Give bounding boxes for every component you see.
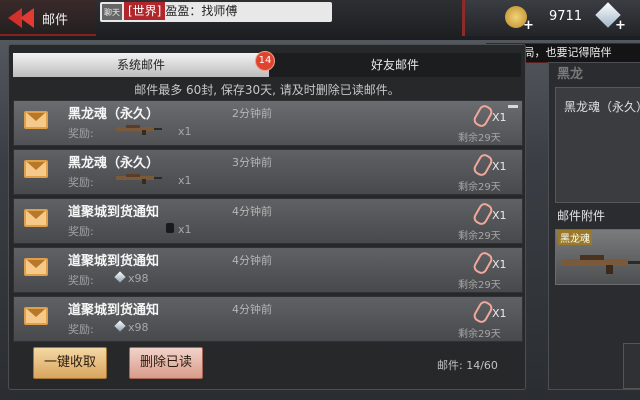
mail-item[interactable]: 道聚城到货通知 奖励: x98 4分钟前 X1 剩余29天 bbox=[13, 296, 523, 342]
attachment-count: X1 bbox=[492, 307, 507, 320]
detail-header: 黑龙 bbox=[557, 67, 584, 82]
scroll-handle[interactable] bbox=[623, 343, 640, 389]
reward-qty: x1 bbox=[178, 223, 192, 236]
reward-qty: x98 bbox=[128, 321, 149, 334]
mail-info-text: 邮件最多 60封, 保存30天, 请及时删除已读邮件。 bbox=[134, 83, 400, 97]
mail-time: 4分钟前 bbox=[232, 205, 272, 218]
chat-ticker[interactable]: 聊天 [世界] 盈盈：找师傅 bbox=[100, 2, 332, 22]
envelope-icon bbox=[24, 111, 48, 129]
envelope-icon bbox=[24, 160, 48, 178]
tab-system-mail[interactable]: 系统邮件 bbox=[13, 53, 269, 77]
mail-time: 2分钟前 bbox=[232, 107, 272, 120]
attachment-count: X1 bbox=[492, 258, 507, 271]
attachment-count: X1 bbox=[492, 209, 507, 222]
mail-title: 黑龙魂（永久） bbox=[68, 107, 160, 122]
diamond-icon bbox=[114, 320, 126, 332]
detail-title: 黑龙魂（永久） bbox=[564, 100, 640, 114]
mail-title: 黑龙魂（永久） bbox=[68, 156, 160, 171]
mail-title: 道聚城到货通知 bbox=[68, 303, 160, 318]
days-remaining: 剩余29天 bbox=[458, 133, 501, 144]
reward-qty: x1 bbox=[178, 125, 192, 138]
days-remaining: 剩余29天 bbox=[458, 329, 501, 340]
reward-label: 奖励: bbox=[68, 127, 94, 140]
mail-item[interactable]: 黑龙魂（永久） 奖励: x1 2分钟前 X1 剩余29天 bbox=[13, 100, 523, 146]
attachment-label: 邮件附件 bbox=[557, 209, 606, 223]
mail-item[interactable]: 道聚城到货通知 奖励: x1 4分钟前 X1 剩余29天 bbox=[13, 198, 523, 244]
attachment-count: X1 bbox=[492, 111, 507, 124]
reward-qty: x1 bbox=[178, 174, 192, 187]
currency-bar: + 9711 + bbox=[462, 0, 640, 36]
reward-label: 奖励: bbox=[68, 274, 94, 287]
mail-time: 3分钟前 bbox=[232, 156, 272, 169]
add-diamonds-button[interactable]: + bbox=[615, 18, 626, 33]
attachment-count: X1 bbox=[492, 160, 507, 173]
tab-friend-mail[interactable]: 好友邮件 bbox=[269, 53, 521, 77]
days-remaining: 剩余29天 bbox=[458, 182, 501, 193]
attachment-item[interactable]: 黑龙魂 bbox=[555, 229, 640, 285]
mail-item[interactable]: 道聚城到货通知 奖励: x98 4分钟前 X1 剩余29天 bbox=[13, 247, 523, 293]
collect-all-button[interactable]: 一键收取 bbox=[33, 347, 107, 379]
diamond-icon bbox=[114, 271, 126, 283]
reward-label: 奖励: bbox=[68, 323, 94, 336]
mail-title: 道聚城到货通知 bbox=[68, 205, 160, 220]
reward-qty: x98 bbox=[128, 272, 149, 285]
mail-time: 4分钟前 bbox=[232, 303, 272, 316]
mail-detail-panel: 黑龙 黑龙魂（永久） 邮件附件 黑龙魂 bbox=[548, 62, 640, 390]
rifle-icon bbox=[116, 172, 162, 184]
mail-panel: 系统邮件 好友邮件 14 邮件最多 60封, 保存30天, 请及时删除已读邮件。… bbox=[8, 44, 526, 390]
envelope-icon bbox=[24, 258, 48, 276]
days-remaining: 剩余29天 bbox=[458, 280, 501, 291]
unread-badge: 14 bbox=[255, 51, 275, 71]
envelope-icon bbox=[24, 209, 48, 227]
rifle-icon bbox=[562, 250, 640, 278]
mail-list[interactable]: 黑龙魂（永久） 奖励: x1 2分钟前 X1 剩余29天 黑龙魂（永久） 奖励:… bbox=[9, 97, 525, 342]
page-title: 邮件 bbox=[42, 13, 69, 28]
chat-channel: [世界] bbox=[124, 2, 166, 20]
coin-balance: 9711 bbox=[549, 9, 583, 24]
chat-text: ：找师傅 bbox=[189, 4, 238, 18]
detail-title-box: 黑龙魂（永久） bbox=[555, 87, 640, 203]
attachment-item-name: 黑龙魂 bbox=[558, 230, 592, 245]
back-arrow-icon bbox=[20, 8, 34, 28]
envelope-icon bbox=[24, 307, 48, 325]
days-remaining: 剩余29天 bbox=[458, 231, 501, 242]
reward-label: 奖励: bbox=[68, 176, 94, 189]
corner-marker bbox=[508, 105, 518, 108]
mail-count: 邮件: 14/60 bbox=[437, 359, 498, 372]
top-bar: 邮件 聊天 [世界] 盈盈：找师傅 + 9711 + bbox=[0, 0, 640, 40]
mail-tabs: 系统邮件 好友邮件 14 bbox=[13, 51, 521, 77]
mail-item[interactable]: 黑龙魂（永久） 奖励: x1 3分钟前 X1 剩余29天 bbox=[13, 149, 523, 195]
delete-read-button[interactable]: 删除已读 bbox=[129, 347, 203, 379]
rifle-icon bbox=[116, 123, 162, 135]
back-button[interactable]: 邮件 bbox=[0, 0, 96, 36]
chat-user: 盈盈 bbox=[165, 4, 190, 18]
add-coins-button[interactable]: + bbox=[523, 18, 534, 33]
mail-time: 4分钟前 bbox=[232, 254, 272, 267]
bag-icon bbox=[166, 223, 174, 233]
mail-title: 道聚城到货通知 bbox=[68, 254, 160, 269]
reward-label: 奖励: bbox=[68, 225, 94, 238]
chat-avatar-icon: 聊天 bbox=[102, 3, 122, 20]
